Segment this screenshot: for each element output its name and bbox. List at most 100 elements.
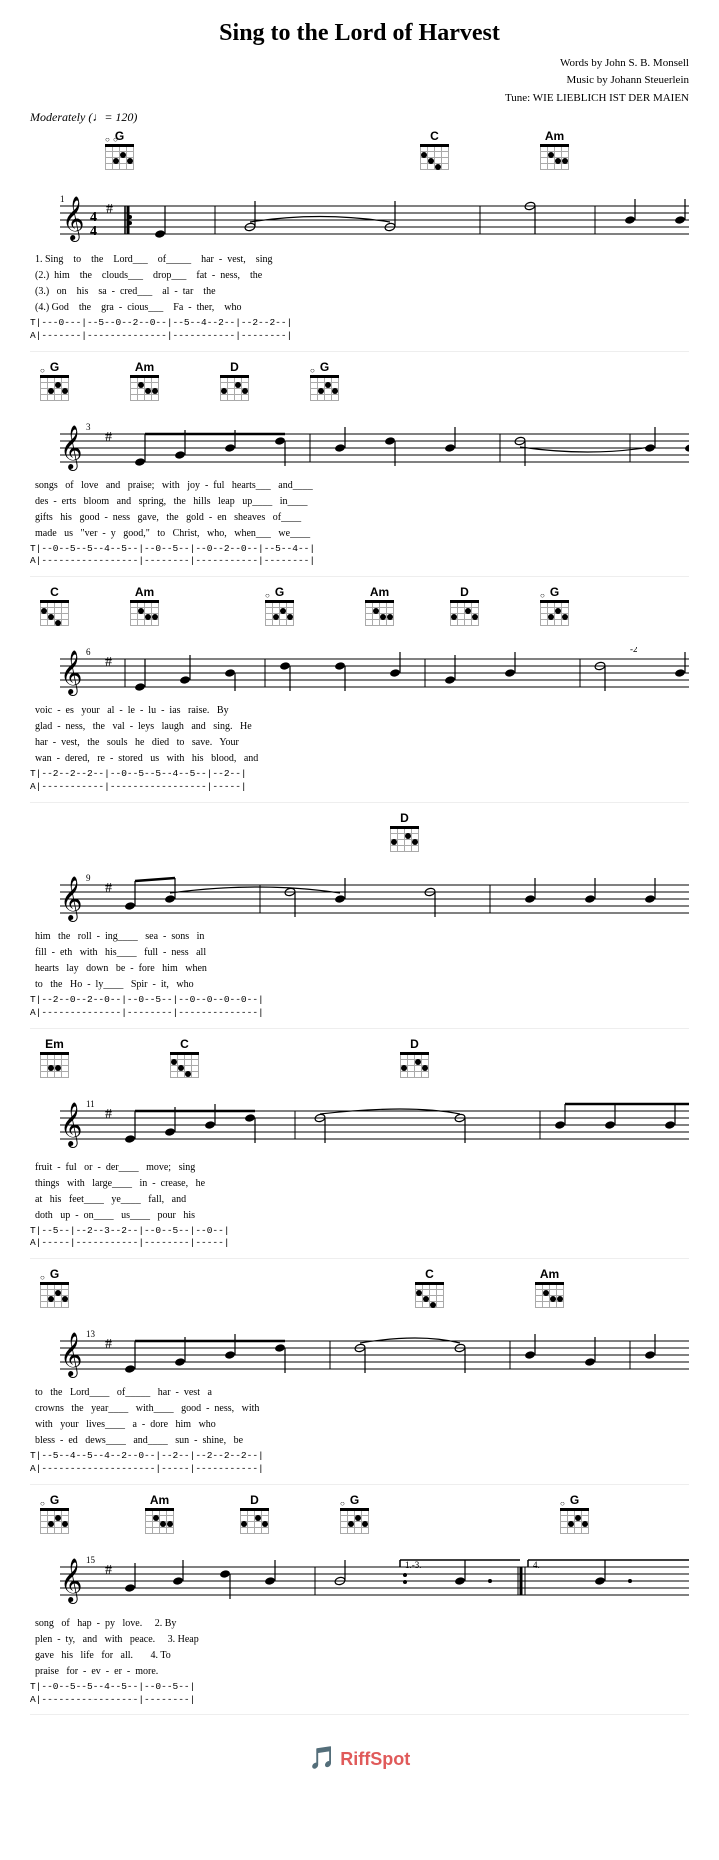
lyric-6-3: with your lives____ a - dore him who bbox=[35, 1417, 684, 1433]
chord-C-3: C bbox=[40, 585, 69, 626]
lyric-7-2: plen - ty, and with peace. 3. Heap bbox=[35, 1632, 684, 1648]
chord-Am-2: Am bbox=[130, 360, 159, 401]
chord-C-6: C bbox=[415, 1267, 444, 1308]
chord-G-2: G ○ bbox=[40, 360, 69, 401]
chord-name-Am: Am bbox=[545, 129, 564, 143]
system-6: G ○ C Am bbox=[30, 1267, 689, 1485]
lyric-6-4: bless - ed dews____ and____ sun - shine,… bbox=[35, 1433, 684, 1449]
chord-Em-1: Em bbox=[40, 1037, 69, 1078]
svg-text:#: # bbox=[105, 1107, 112, 1122]
svg-text:15: 15 bbox=[86, 1555, 96, 1565]
tune-credit: Tune: WIE LIEBLICH IST DER MAIEN bbox=[30, 92, 689, 104]
svg-text:#: # bbox=[105, 1337, 112, 1352]
chord-diagrams-row-6: G ○ C Am bbox=[30, 1267, 689, 1329]
chord-D-5: D bbox=[400, 1037, 429, 1078]
svg-text:1: 1 bbox=[60, 194, 65, 204]
chord-C-5: C bbox=[170, 1037, 199, 1078]
chord-G-5: G ○ bbox=[540, 585, 569, 626]
lyric-3-2: glad - ness, the val - leys laugh and si… bbox=[35, 719, 684, 735]
svg-text:3: 3 bbox=[86, 422, 91, 432]
chord-G-3: G ○ bbox=[310, 360, 339, 401]
lyrics-system-2: songs of love and praise; with joy - ful… bbox=[30, 477, 689, 543]
lyric-7-1: song of hap - py love. 2. By bbox=[35, 1616, 684, 1632]
lyric-6-1: to the Lord____ of_____ har - vest a bbox=[35, 1385, 684, 1401]
chord-G-9: G ○ bbox=[560, 1493, 589, 1534]
words-credit: Words by John S. B. Monsell bbox=[30, 55, 689, 72]
tempo-marking: Moderately (♩= 120) bbox=[30, 110, 137, 125]
svg-text:4.: 4. bbox=[533, 1560, 540, 1570]
system-1: Moderately (♩= 120) G ○ ○ C bbox=[30, 110, 689, 352]
staff-svg-7: 𝄞 15 # 1.-3. 4. bbox=[30, 1555, 689, 1615]
page-title: Sing to the Lord of Harvest bbox=[30, 20, 689, 47]
chord-Am-3: Am bbox=[130, 585, 159, 626]
tab-system-4: T|--2--0--2--0--|--0--5--|--0--0--0--0--… bbox=[30, 994, 689, 1024]
riffspot-logo-text: RiffSpot bbox=[340, 1749, 410, 1769]
system-5: Em C D bbox=[30, 1037, 689, 1260]
lyric-6-2: crowns the year____ with____ good - ness… bbox=[35, 1401, 684, 1417]
lyric-2-4: made us "ver - y good," to Christ, who, … bbox=[35, 526, 684, 542]
lyrics-system-4: him the roll - ing____ sea - sons in fil… bbox=[30, 928, 689, 994]
svg-text:𝄞: 𝄞 bbox=[60, 877, 82, 922]
chord-diagrams-row-2: G ○ Am D bbox=[30, 360, 689, 422]
lyric-7-4: praise for - ev - er - more. bbox=[35, 1664, 684, 1680]
chord-diagrams-row-7: G ○ Am D bbox=[30, 1493, 689, 1555]
lyric-4-1: him the roll - ing____ sea - sons in bbox=[35, 929, 684, 945]
chord-diagrams-row-3: C Am G ○ bbox=[30, 585, 689, 647]
lyric-line-1-2: (2.) him the clouds___ drop___ fat - nes… bbox=[35, 268, 684, 284]
lyric-line-1-1: 1. Sing to the Lord___ of_____ har - ves… bbox=[35, 252, 684, 268]
music-credit: Music by Johann Steuerlein bbox=[30, 72, 689, 89]
svg-text:6: 6 bbox=[86, 647, 91, 657]
svg-text:#: # bbox=[105, 655, 112, 670]
chord-G-1: G ○ ○ bbox=[105, 129, 134, 170]
lyric-4-4: to the Ho - ly____ Spir - it, who bbox=[35, 977, 684, 993]
svg-text:#: # bbox=[105, 881, 112, 896]
chord-D-2: D bbox=[220, 360, 249, 401]
lyrics-system-6: to the Lord____ of_____ har - vest a cro… bbox=[30, 1384, 689, 1450]
chord-Am-1: Am bbox=[540, 129, 569, 170]
chord-G-4: G ○ bbox=[265, 585, 294, 626]
chord-G-8: G ○ bbox=[340, 1493, 369, 1534]
lyric-2-3: gifts his good - ness gave, the gold - e… bbox=[35, 510, 684, 526]
system-3: C Am G ○ bbox=[30, 585, 689, 803]
svg-text:9: 9 bbox=[86, 873, 91, 883]
lyric-line-1-4: (4.) God the gra - cious___ Fa - ther, w… bbox=[35, 300, 684, 316]
tab-system-2: T|--0--5--5--4--5--|--0--5--|--0--2--0--… bbox=[30, 543, 689, 573]
tab-system-3: T|--2--2--2--|--0--5--5--4--5--|--2--| A… bbox=[30, 768, 689, 798]
lyrics-system-7: song of hap - py love. 2. By plen - ty, … bbox=[30, 1615, 689, 1681]
system-4: D 𝄞 9 # bbox=[30, 811, 689, 1029]
lyric-4-3: hearts lay down be - fore him when bbox=[35, 961, 684, 977]
chord-G-7: G ○ bbox=[40, 1493, 69, 1534]
chord-G-6: G ○ bbox=[40, 1267, 69, 1308]
svg-text:𝄞: 𝄞 bbox=[60, 1333, 82, 1378]
svg-text:4: 4 bbox=[90, 224, 97, 239]
staff-svg-6: 𝄞 13 # bbox=[30, 1329, 689, 1384]
svg-text:𝄞: 𝄞 bbox=[60, 651, 82, 696]
chord-D-4: D bbox=[390, 811, 419, 852]
chord-C-1: C bbox=[420, 129, 449, 170]
chord-name-C: C bbox=[430, 129, 439, 143]
system-2: G ○ Am D bbox=[30, 360, 689, 578]
svg-text:𝄞: 𝄞 bbox=[62, 197, 84, 242]
chord-grid-G: ○ ○ bbox=[105, 144, 134, 170]
svg-text:𝄞: 𝄞 bbox=[60, 1559, 82, 1604]
tab-system-5: T|--5--|--2--3--2--|--0--5--|--0--| A|--… bbox=[30, 1225, 689, 1255]
svg-text:𝄞: 𝄞 bbox=[60, 426, 82, 471]
chord-grid-C bbox=[420, 144, 449, 170]
svg-text:-2: -2 bbox=[630, 647, 638, 654]
system-7: G ○ Am D bbox=[30, 1493, 689, 1716]
credits: Words by John S. B. Monsell Music by Joh… bbox=[30, 55, 689, 88]
lyric-2-2: des - erts bloom and spring, the hills l… bbox=[35, 494, 684, 510]
page: Sing to the Lord of Harvest Words by Joh… bbox=[0, 0, 719, 1841]
chord-diagrams-row-4: D bbox=[30, 811, 689, 873]
tab-system-1: T|---0---|--5--0--2--0--|--5--4--2--|--2… bbox=[30, 317, 689, 347]
staff-svg-5: 𝄞 11 # bbox=[30, 1099, 689, 1159]
tab-system-6: T|--5--4--5--4--2--0--|--2--|--2--2--2--… bbox=[30, 1450, 689, 1480]
chord-diagrams-row-5: Em C D bbox=[30, 1037, 689, 1099]
lyric-2-1: songs of love and praise; with joy - ful… bbox=[35, 478, 684, 494]
lyric-4-2: fill - eth with his____ full - ness all bbox=[35, 945, 684, 961]
lyric-5-4: doth up - on____ us____ pour his bbox=[35, 1208, 684, 1224]
lyric-3-3: har - vest, the souls he died to save. Y… bbox=[35, 735, 684, 751]
chord-grid-Am bbox=[540, 144, 569, 170]
svg-text:#: # bbox=[106, 202, 113, 217]
staff-svg-2: 𝄞 3 # bbox=[30, 422, 689, 477]
